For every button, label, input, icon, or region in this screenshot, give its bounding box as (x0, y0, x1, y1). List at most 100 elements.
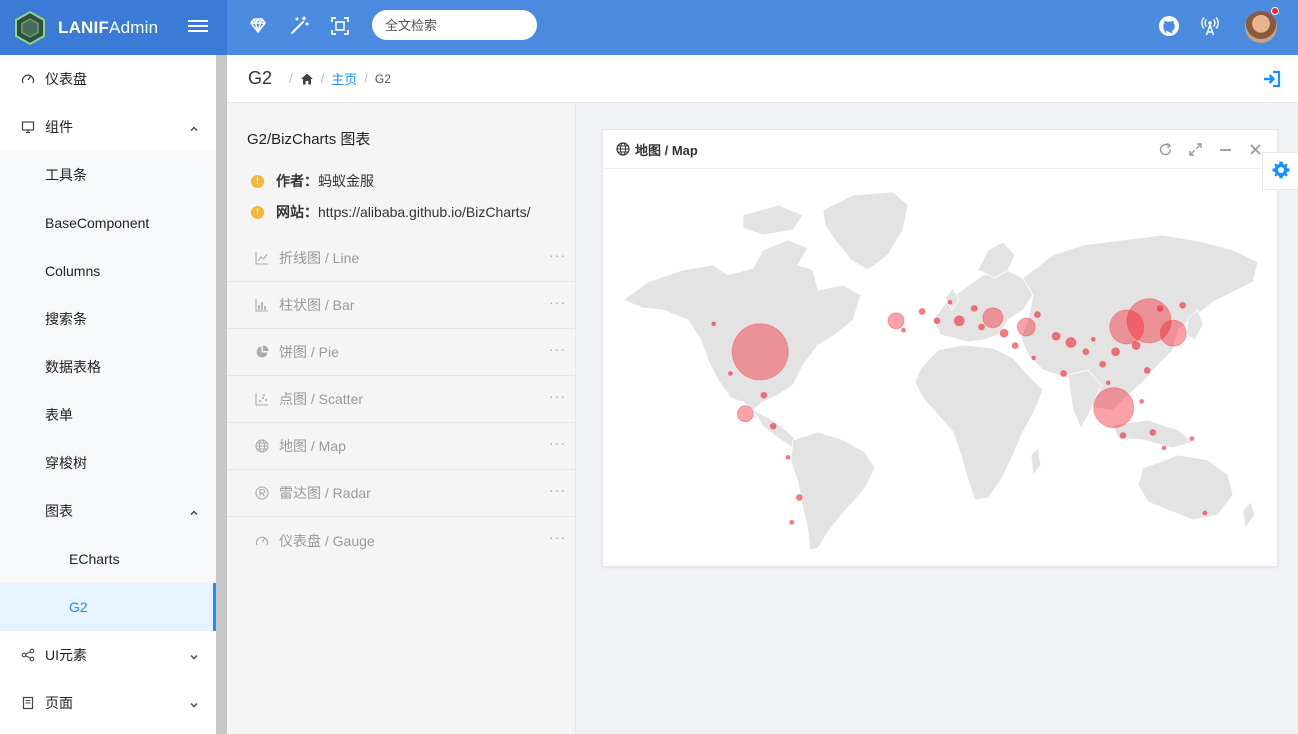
chart-item-label: 折线图 / Line (279, 250, 360, 266)
magic-wand-icon[interactable] (288, 15, 312, 39)
expand-icon[interactable] (1188, 142, 1203, 157)
sidebar-item-columns[interactable]: Columns (0, 247, 216, 295)
menu-toggle-icon[interactable] (188, 17, 208, 37)
map-bubble[interactable] (1031, 355, 1037, 361)
chart-item-radar[interactable]: 雷达图 / Radar ··· (227, 470, 576, 517)
more-icon[interactable]: ··· (549, 294, 566, 310)
sidebar-item-charts[interactable]: 图表 (0, 487, 216, 535)
map-bubble[interactable] (1016, 317, 1036, 337)
sidebar-item-pages[interactable]: 页面 (0, 679, 216, 727)
map-bubble[interactable] (789, 519, 795, 525)
user-avatar[interactable] (1245, 11, 1277, 43)
sidebar-item-searchbar[interactable]: 搜索条 (0, 295, 216, 343)
map-bubble[interactable] (785, 454, 791, 460)
map-bubble[interactable] (1156, 304, 1164, 312)
chart-item-label: 饼图 / Pie (279, 344, 339, 360)
map-bubble[interactable] (736, 405, 754, 423)
new-zealand (1242, 501, 1256, 530)
map-bubble[interactable] (1131, 341, 1141, 351)
map-bubble[interactable] (1111, 347, 1121, 357)
map-bubble[interactable] (1159, 319, 1187, 347)
chart-item-line[interactable]: 折线图 / Line ··· (227, 235, 576, 282)
broadcast-icon[interactable] (1199, 15, 1223, 39)
map-bubble[interactable] (1202, 510, 1208, 516)
chart-item-scatter[interactable]: 点图 / Scatter ··· (227, 376, 576, 423)
map-bubble[interactable] (970, 304, 978, 312)
more-icon[interactable]: ··· (549, 247, 566, 263)
sidebar-item-basecomponent[interactable]: BaseComponent (0, 199, 216, 247)
map-bubble[interactable] (999, 328, 1009, 338)
breadcrumb-home-link[interactable]: 主页 (331, 69, 357, 88)
author-value: 蚂蚁金服 (318, 173, 374, 189)
home-icon[interactable] (300, 72, 314, 86)
map-bubble[interactable] (1082, 348, 1090, 356)
map-bubble[interactable] (1143, 366, 1151, 374)
sidebar-item-transfer-tree[interactable]: 穿梭树 (0, 439, 216, 487)
diamond-icon[interactable] (247, 15, 271, 39)
map-bubble[interactable] (731, 323, 789, 381)
sidebar-scrollbar[interactable] (216, 55, 227, 734)
map-bubble[interactable] (1099, 360, 1107, 368)
close-icon[interactable] (1248, 142, 1263, 157)
map-bubble[interactable] (795, 494, 803, 501)
sidebar-item-dashboard[interactable]: 仪表盘 (0, 55, 216, 103)
sidebar-item-label: ECharts (69, 551, 120, 567)
map-bubble[interactable] (1161, 445, 1167, 451)
github-icon[interactable] (1158, 15, 1182, 39)
more-icon[interactable]: ··· (549, 482, 566, 498)
map-bubble[interactable] (727, 371, 733, 376)
sidebar-item-echarts[interactable]: ECharts (0, 535, 216, 583)
fullscreen-icon[interactable] (329, 15, 353, 39)
chart-item-gauge[interactable]: 仪表盘 / Gauge ··· (227, 517, 576, 564)
map-bubble[interactable] (769, 422, 777, 430)
sidebar-item-g2[interactable]: G2 (0, 583, 216, 631)
logout-icon[interactable] (1262, 70, 1282, 88)
map-bubble[interactable] (901, 327, 906, 333)
map-bubble[interactable] (982, 307, 1004, 329)
more-icon[interactable]: ··· (549, 529, 566, 545)
map-bubble[interactable] (1139, 398, 1145, 404)
map-bubble[interactable] (760, 391, 768, 399)
chart-item-bar[interactable]: 柱状图 / Bar ··· (227, 282, 576, 329)
more-icon[interactable]: ··· (549, 388, 566, 404)
sidebar-item-components[interactable]: 组件 (0, 103, 216, 151)
chart-item-map[interactable]: 地图 / Map ··· (227, 423, 576, 470)
more-icon[interactable]: ··· (549, 341, 566, 357)
world-map[interactable] (603, 170, 1277, 566)
map-bubble[interactable] (1093, 387, 1135, 429)
map-bubble[interactable] (1105, 380, 1111, 386)
map-bubble[interactable] (711, 321, 717, 327)
chevron-up-icon (189, 505, 199, 515)
search-input[interactable] (372, 10, 537, 40)
map-bubble[interactable] (1179, 301, 1187, 309)
sidebar-item-datatable[interactable]: 数据表格 (0, 343, 216, 391)
map-bubble[interactable] (887, 312, 905, 330)
map-bubble[interactable] (1065, 337, 1077, 348)
more-icon[interactable]: ··· (549, 435, 566, 451)
map-bubble[interactable] (953, 315, 965, 327)
map-bubble[interactable] (1060, 370, 1067, 377)
refresh-icon[interactable] (1158, 142, 1173, 157)
minimize-icon[interactable] (1218, 142, 1233, 157)
map-bubble[interactable] (978, 323, 986, 331)
info-icon: ! (251, 205, 264, 219)
sidebar-item-form[interactable]: 表单 (0, 391, 216, 439)
sidebar-item-ui-elements[interactable]: UI元素 (0, 631, 216, 679)
map-bubble[interactable] (947, 299, 953, 305)
page-title: G2 (248, 68, 273, 88)
settings-gear-button[interactable] (1262, 152, 1298, 190)
map-bubble[interactable] (933, 317, 941, 325)
map-bubble[interactable] (1011, 342, 1019, 350)
map-bubble[interactable] (1119, 432, 1127, 439)
map-bubble[interactable] (918, 308, 926, 315)
map-bubble[interactable] (1109, 309, 1145, 345)
map-bubble[interactable] (1051, 331, 1061, 341)
map-bubble[interactable] (1090, 336, 1096, 342)
website-value[interactable]: https://alibaba.github.io/BizCharts/ (318, 204, 530, 220)
map-bubble[interactable] (1149, 428, 1157, 436)
map-bubble[interactable] (1189, 436, 1195, 442)
map-bubble[interactable] (1033, 311, 1041, 319)
chart-item-label: 柱状图 / Bar (279, 297, 355, 313)
chart-item-pie[interactable]: 饼图 / Pie ··· (227, 329, 576, 376)
sidebar-item-toolbar[interactable]: 工具条 (0, 151, 216, 199)
